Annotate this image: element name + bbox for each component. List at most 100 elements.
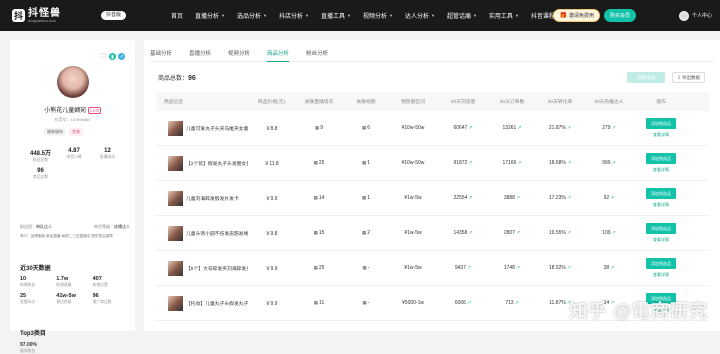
version-selector[interactable]: 抖音版 [101, 11, 127, 20]
product-thumbnail[interactable] [168, 190, 183, 206]
chevron-down-icon: ▼ [472, 13, 477, 18]
table-row: 【5个】大号碎发夹刘海碎发夹 ￥9.9 ▦25 ▦- ¥1w-5w 9437↗ … [156, 251, 709, 286]
col-orders: 30天订单数 [499, 100, 525, 105]
level-badge: LV.5 [88, 107, 101, 114]
add-product-button[interactable]: 添加到选品 [646, 188, 676, 199]
col-video: 关联视频 [356, 100, 376, 105]
view-detail-link[interactable]: 查看详情 [653, 202, 669, 208]
kol-count: 92↗ [603, 195, 615, 201]
trend-icon: ↗ [610, 265, 615, 271]
trend-icon: ↗ [566, 125, 572, 131]
export-button[interactable]: ⇩ 导出数据 [672, 72, 705, 83]
chevron-down-icon: ▼ [514, 13, 519, 18]
nav-item-shop-analysis[interactable]: 抖店分析 ▼ [279, 11, 309, 20]
product-thumbnail[interactable] [168, 225, 183, 241]
trend-icon: ↗ [517, 160, 522, 166]
product-name[interactable]: 【5个】大号碎发夹刘海碎发夹 [186, 265, 248, 272]
video-icon: ▦ [362, 300, 367, 305]
conversion: 17.23%↗ [548, 195, 572, 201]
views: 6006↗ [454, 300, 472, 306]
view-detail-link[interactable]: 查看详情 [653, 272, 669, 278]
add-product-button[interactable]: 添加到选品 [646, 258, 676, 269]
product-name[interactable]: 儿童刘海碎发假发片发卡 [186, 195, 248, 202]
product-thumbnail[interactable] [168, 120, 183, 136]
view-detail-link[interactable]: 查看详情 [653, 237, 669, 243]
trend-icon: ↗ [517, 125, 522, 131]
nav-item-kol-analysis[interactable]: 达人分析 ▼ [405, 11, 435, 20]
col-views: 30天浏览量 [450, 100, 476, 105]
video-icon: ▦ [361, 230, 367, 235]
orders: 713↗ [505, 300, 519, 306]
price: ￥9.9 [265, 300, 278, 307]
nav-item-product-analysis[interactable]: 选品分析 ▼ [237, 11, 267, 20]
nav-item-live-analysis[interactable]: 直播分析 ▼ [195, 11, 225, 20]
stat-fans: 448.5万 粉丝总数 [29, 151, 51, 162]
add-product-button[interactable]: 添加到选品 [646, 118, 676, 129]
price: ￥8.8 [265, 125, 278, 132]
nav-item-admin[interactable]: 超管话痛 ▼ [447, 11, 477, 20]
table-row: 儿童可爱丸子头夹马尾夹女童 ￥8.8 ▦9 ▦6 ¥10w-50w 60647↗… [156, 111, 709, 146]
kol-count: 109↗ [602, 230, 616, 236]
tab-video[interactable]: 视频分析 [228, 46, 250, 61]
nav-item-live-tools[interactable]: 直播工具 ▼ [321, 11, 351, 20]
product-thumbnail[interactable] [168, 155, 183, 171]
trend-icon: ↗ [611, 160, 616, 166]
product-name[interactable]: 儿童可爱丸子头夹马尾夹女童 [186, 125, 248, 132]
col-price: 商品价格(元) [257, 100, 286, 105]
invite-button[interactable]: 🎁 邀请免费用 [553, 9, 600, 22]
live-icon: ▦ [313, 160, 318, 165]
view-detail-link[interactable]: 查看详情 [653, 132, 669, 138]
nav-item-home[interactable]: 首页 [171, 11, 183, 20]
view-detail-link[interactable]: 查看详情 [653, 167, 669, 173]
shop-avatar [57, 66, 89, 98]
category-tag: 女装 [69, 128, 83, 136]
chevron-down-icon: ▼ [430, 13, 435, 18]
sales-range: ¥10w-50w [401, 125, 425, 131]
watermark: 知乎 @電商研究 [569, 301, 708, 321]
product-thumbnail[interactable] [168, 295, 183, 311]
trend-icon: ↗ [566, 160, 572, 166]
product-name[interactable]: 儿童头饰小圆不伤发皮筋发绳 [186, 230, 248, 237]
live-icon: ▦ [314, 125, 320, 130]
nav-item-tools[interactable]: 实用工具 ▼ [489, 11, 519, 20]
table-row: 儿童刘海碎发假发片发卡 ￥9.9 ▦14 ▦1 ¥1w-5w 22554↗ 38… [156, 181, 709, 216]
views: 60647↗ [453, 125, 473, 131]
heart-icon[interactable]: ♡ [100, 52, 107, 61]
tab-live[interactable]: 直播分析 [189, 46, 211, 61]
share-icon[interactable]: ↗ [118, 53, 125, 60]
data30-item: 1.7w 新增收藏 [56, 276, 72, 287]
product-name[interactable]: 【2个装】假发丸子头发圈女童 [186, 160, 248, 167]
video-icon: ▦ [361, 160, 367, 165]
analysis-tabs: 基础分析 直播分析 视频分析 商品分析 粉丝分析 [150, 46, 714, 62]
tab-product[interactable]: 商品分析 [267, 46, 290, 62]
data30-item: 41w-5w 预估销量 [56, 293, 76, 304]
orders: 17166↗ [502, 160, 522, 166]
add-product-button[interactable]: 添加到选品 [646, 223, 676, 234]
add-product-button[interactable]: 添加到选品 [646, 153, 676, 164]
trend-icon: ↗ [566, 265, 572, 271]
views: 9437↗ [454, 265, 472, 271]
nav-item-video-analysis[interactable]: 视频分析 ▼ [363, 11, 393, 20]
product-thumbnail[interactable] [168, 260, 183, 276]
conversion: 21.87%↗ [548, 125, 572, 131]
logo-mark-icon: 抖 [12, 9, 25, 22]
price: ￥11.8 [264, 160, 279, 167]
batch-add-button[interactable]: 批量添加 [627, 72, 665, 83]
user-center[interactable]: 个人中心 [678, 10, 712, 21]
chart-icon[interactable]: ▮ [109, 53, 116, 60]
tab-basic[interactable]: 基础分析 [150, 46, 172, 61]
stat-rating: 4.87 带货口碑 [66, 148, 82, 159]
trend-icon: ↗ [566, 230, 572, 236]
nav-item-courses[interactable]: 抖音课程 [531, 11, 555, 20]
site-logo[interactable]: 抖 抖怪兽 douguaishou.com [12, 8, 97, 23]
chevron-down-icon: ▼ [347, 13, 351, 18]
trend-icon: ↗ [514, 300, 519, 306]
shop-id: 抖音号：167898864 [54, 117, 91, 122]
live-count: ▦14 [313, 195, 325, 201]
product-name[interactable]: 【托妆】儿童丸子头假发丸子 [186, 300, 248, 307]
tab-fans[interactable]: 粉丝分析 [306, 46, 328, 61]
data30-item: 25 直播场次 [20, 293, 36, 304]
buy-membership-button[interactable]: 购买会员 [603, 9, 636, 22]
shop-name: 小熊花儿童嫡宛 [44, 108, 87, 114]
shop-profile-panel: ♡ ▮ ↗ 小熊花儿童嫡宛 LV.5 抖音号：167898864 服装服饰 女装 … [10, 40, 135, 353]
